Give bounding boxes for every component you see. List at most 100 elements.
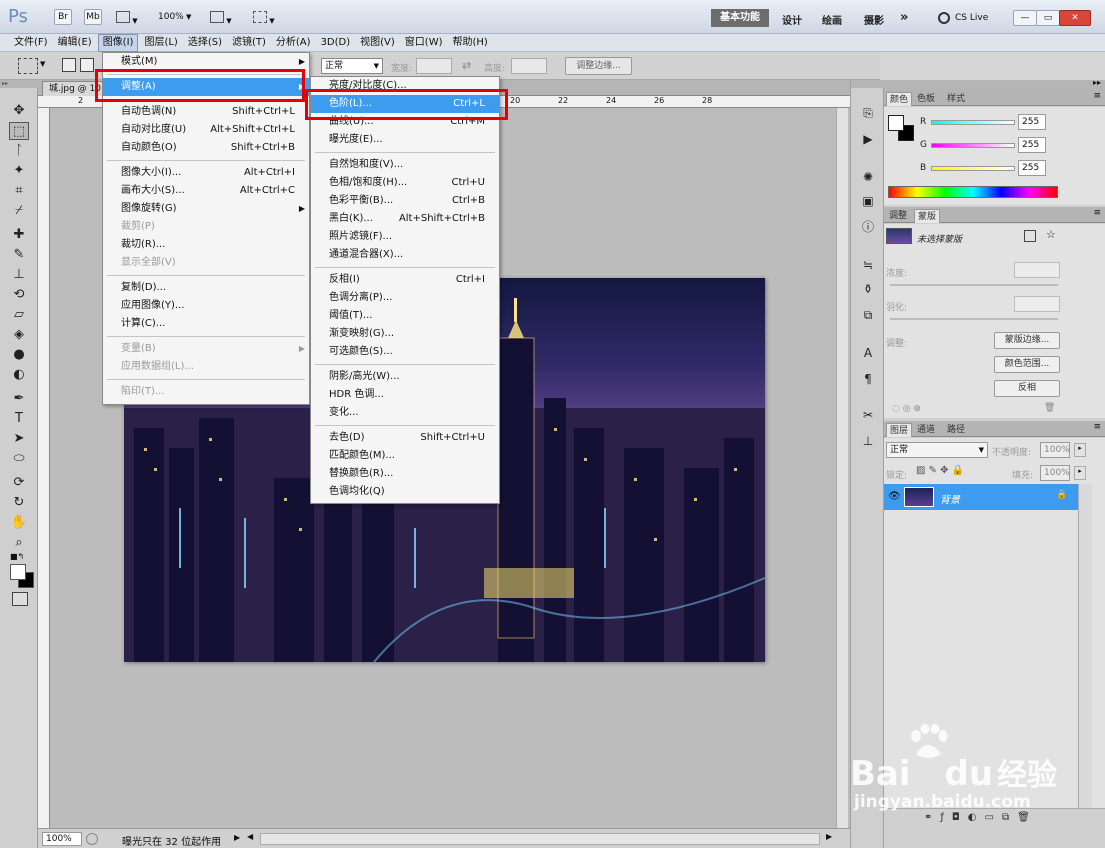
feather-slider[interactable] bbox=[890, 318, 1058, 320]
b-slider[interactable] bbox=[931, 166, 1015, 171]
image-menu-item[interactable]: 复制(D)... bbox=[103, 279, 309, 297]
menu-select[interactable]: 选择(S) bbox=[184, 34, 226, 52]
width-input[interactable] bbox=[416, 58, 452, 74]
image-menu-item[interactable]: 自动颜色(O) Shift+Ctrl+B bbox=[103, 139, 309, 157]
tab-masks[interactable]: 蒙版 bbox=[914, 209, 941, 223]
density-slider[interactable] bbox=[890, 284, 1058, 286]
dodge-tool-icon[interactable]: ◐ bbox=[9, 366, 29, 384]
image-menu-item[interactable]: 画布大小(S)... Alt+Ctrl+C bbox=[103, 182, 309, 200]
layers-scrollbar[interactable] bbox=[1078, 484, 1092, 814]
density-input[interactable] bbox=[1014, 262, 1060, 278]
mini-bridge-button[interactable]: Mb bbox=[84, 9, 102, 25]
brush-presets-icon[interactable]: ≒ bbox=[859, 256, 877, 274]
adjust-menu-item[interactable]: 替换颜色(R)... bbox=[311, 465, 499, 483]
adjust-menu-item[interactable]: 色彩平衡(B)... Ctrl+B bbox=[311, 192, 499, 210]
marquee-preset-icon[interactable] bbox=[18, 58, 38, 74]
adjust-menu-item[interactable]: 阴影/高光(W)... bbox=[311, 368, 499, 386]
feather-input[interactable] bbox=[1014, 296, 1060, 312]
clone-source-icon[interactable]: ⚱ bbox=[859, 280, 877, 298]
dock-collapse-bar[interactable] bbox=[851, 80, 885, 88]
image-menu-item[interactable]: 自动色调(N) Shift+Ctrl+L bbox=[103, 103, 309, 121]
color-spectrum-bar[interactable] bbox=[888, 186, 1058, 198]
menu-help[interactable]: 帮助(H) bbox=[449, 34, 492, 52]
adjust-menu-item[interactable]: 匹配颜色(M)... bbox=[311, 447, 499, 465]
scroll-right-icon[interactable]: ▶ bbox=[826, 832, 832, 841]
adjust-menu-item[interactable]: 去色(D) Shift+Ctrl+U bbox=[311, 429, 499, 447]
adjust-menu-item[interactable]: 通道混合器(X)... bbox=[311, 246, 499, 264]
paint-bucket-tool-icon[interactable]: ◈ bbox=[9, 326, 29, 344]
default-colors-icon[interactable]: ■↰ bbox=[10, 552, 24, 561]
marquee-tool-icon[interactable]: ⬚ bbox=[9, 122, 29, 140]
paragraph-icon[interactable]: ¶ bbox=[859, 370, 877, 388]
arrange-documents-dropdown[interactable]: ▼ bbox=[210, 9, 240, 25]
layers-footer-icons[interactable]: ⚭ƒ◘◐▭⧉🗑 bbox=[924, 812, 1038, 823]
workspace-painting[interactable]: 绘画 bbox=[822, 12, 842, 27]
style-dropdown[interactable]: 正常 ▼ bbox=[321, 58, 383, 74]
zoom-tool-icon[interactable]: ⌕ bbox=[9, 534, 29, 552]
menu-layer[interactable]: 图层(L) bbox=[140, 34, 181, 52]
move-tool-icon[interactable]: ✥ bbox=[9, 102, 29, 120]
magic-wand-tool-icon[interactable]: ✦ bbox=[9, 162, 29, 180]
workspace-essentials[interactable]: 基本功能 bbox=[711, 9, 769, 27]
color-fg-swatch[interactable] bbox=[888, 115, 904, 131]
pen-tool-icon[interactable]: ✒ bbox=[9, 390, 29, 408]
status-options-icon[interactable] bbox=[86, 833, 98, 845]
adjust-menu-item[interactable]: 变化... bbox=[311, 404, 499, 422]
g-slider[interactable] bbox=[931, 143, 1015, 148]
tool-presets-icon[interactable]: ⧉ bbox=[859, 306, 877, 324]
image-menu-item[interactable]: 应用图像(Y)... bbox=[103, 297, 309, 315]
adjust-menu-item[interactable]: 色调均化(Q) bbox=[311, 483, 499, 501]
workspace-design[interactable]: 设计 bbox=[782, 12, 802, 27]
pixel-mask-icon[interactable] bbox=[1024, 230, 1036, 242]
history-brush-tool-icon[interactable]: ⟲ bbox=[9, 286, 29, 304]
swap-icon[interactable]: ⇄ bbox=[462, 59, 471, 72]
eye-icon[interactable]: 👁 bbox=[888, 491, 901, 502]
image-menu-item[interactable]: 陷印(T)... bbox=[103, 383, 309, 401]
image-menu-item[interactable]: 显示全部(V) bbox=[103, 254, 309, 272]
blend-mode-dropdown[interactable]: 正常 ▼ bbox=[886, 442, 988, 458]
3d-orbit-tool-icon[interactable]: ↻ bbox=[9, 494, 29, 512]
g-value-input[interactable]: 255 bbox=[1018, 137, 1046, 153]
shape-tool-icon[interactable]: ⬭ bbox=[9, 450, 29, 468]
tab-styles[interactable]: 样式 bbox=[944, 92, 968, 106]
status-menu-arrow-icon[interactable]: ▶ bbox=[234, 833, 240, 842]
screen-mode-dropdown[interactable]: ▼ bbox=[253, 9, 283, 25]
tools-icon[interactable]: ✂ bbox=[859, 406, 877, 424]
character-icon[interactable]: A bbox=[859, 344, 877, 362]
more-workspaces-icon[interactable]: » bbox=[900, 10, 908, 25]
hand-tool-icon[interactable]: ✋ bbox=[9, 514, 29, 532]
menu-window[interactable]: 窗口(W) bbox=[401, 34, 447, 52]
workspace-photography[interactable]: 摄影 bbox=[864, 12, 884, 27]
tab-adjustments[interactable]: 调整 bbox=[886, 209, 910, 223]
view-extras-dropdown[interactable]: ▼ bbox=[116, 9, 144, 25]
panel-options-icon[interactable]: ≡ bbox=[1093, 208, 1101, 218]
stamp-icon[interactable]: ⊥ bbox=[859, 432, 877, 450]
new-selection-icon[interactable] bbox=[62, 58, 76, 72]
bridge-button[interactable]: Br bbox=[54, 9, 72, 25]
eyedropper-tool-icon[interactable]: ⌿ bbox=[9, 202, 29, 220]
cs-live-button[interactable]: CS Live bbox=[955, 13, 988, 23]
crop-tool-icon[interactable]: ⌗ bbox=[9, 182, 29, 200]
scroll-left-icon[interactable]: ◀ bbox=[247, 832, 255, 846]
image-menu-item[interactable]: 裁剪(P) bbox=[103, 218, 309, 236]
tab-layers[interactable]: 图层 bbox=[886, 423, 913, 437]
adjust-menu-item[interactable]: 照片滤镜(F)... bbox=[311, 228, 499, 246]
eraser-tool-icon[interactable]: ▱ bbox=[9, 306, 29, 324]
foreground-color-swatch[interactable] bbox=[10, 564, 26, 580]
tab-paths[interactable]: 路径 bbox=[944, 423, 968, 437]
image-menu-item[interactable]: 自动对比度(U) Alt+Shift+Ctrl+L bbox=[103, 121, 309, 139]
adjust-menu-item[interactable]: 色相/饱和度(H)... Ctrl+U bbox=[311, 174, 499, 192]
menu-analysis[interactable]: 分析(A) bbox=[272, 34, 315, 52]
adjust-menu-item[interactable]: 可选颜色(S)... bbox=[311, 343, 499, 361]
delete-mask-icon[interactable]: 🗑 bbox=[1044, 403, 1055, 413]
image-menu-item[interactable]: 计算(C)... bbox=[103, 315, 309, 333]
menu-view[interactable]: 视图(V) bbox=[356, 34, 399, 52]
b-value-input[interactable]: 255 bbox=[1018, 160, 1046, 176]
tab-swatches[interactable]: 色板 bbox=[914, 92, 938, 106]
panel-options-icon[interactable]: ≡ bbox=[1093, 91, 1101, 101]
horizontal-scrollbar[interactable] bbox=[260, 833, 820, 845]
vector-mask-icon[interactable]: ☆ bbox=[1046, 228, 1056, 241]
brush-tool-icon[interactable]: ✎ bbox=[9, 246, 29, 264]
mask-footer-icons[interactable]: ◌ ◎ ⊛ bbox=[892, 404, 921, 414]
healing-brush-tool-icon[interactable]: ✚ bbox=[9, 226, 29, 244]
